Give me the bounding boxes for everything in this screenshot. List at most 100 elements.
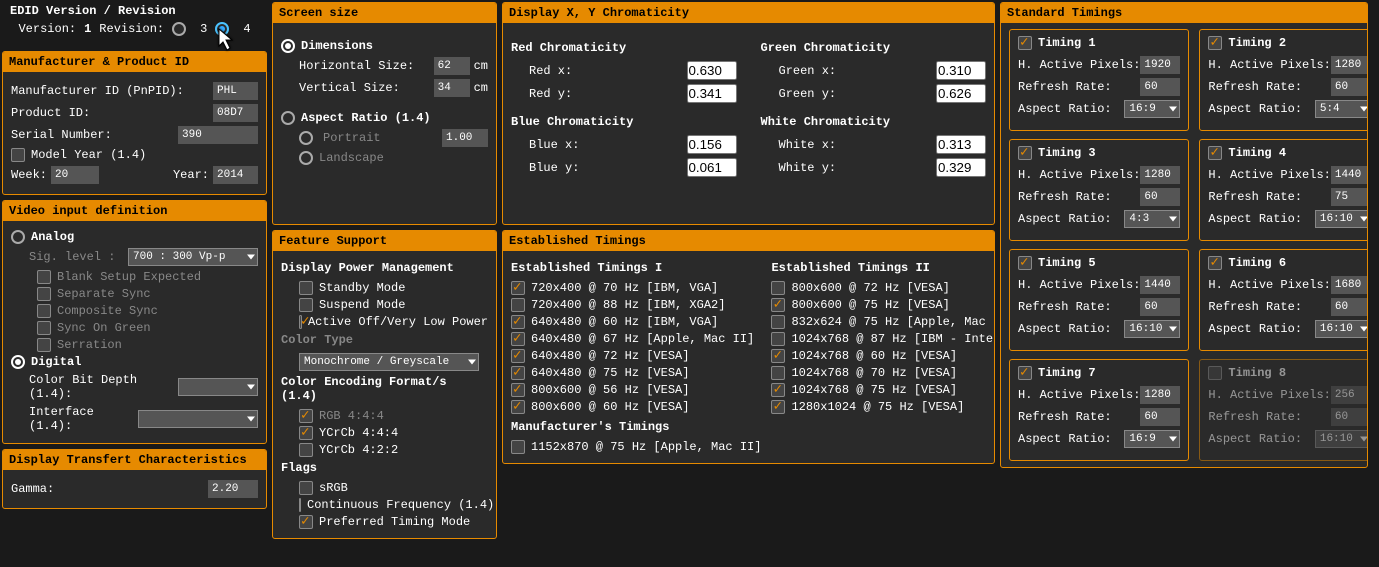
est-item[interactable]: 1024x768 @ 60 Hz [VESA] <box>771 349 995 363</box>
est-check[interactable] <box>511 315 525 329</box>
est-item[interactable]: 1024x768 @ 75 Hz [VESA] <box>771 383 995 397</box>
gamma-input[interactable] <box>208 480 258 498</box>
timing-check[interactable] <box>1018 36 1032 50</box>
est-check[interactable] <box>771 366 785 380</box>
digital-radio[interactable] <box>11 355 25 369</box>
blank-check[interactable] <box>37 270 51 284</box>
timing-check[interactable] <box>1208 256 1222 270</box>
est-check[interactable] <box>771 332 785 346</box>
srgb-check[interactable] <box>299 481 313 495</box>
timing-value[interactable] <box>1140 408 1180 426</box>
est-item[interactable]: 1024x768 @ 87 Hz [IBM - Interlaced] <box>771 332 995 346</box>
timing-value[interactable] <box>1331 78 1368 96</box>
timing-value[interactable] <box>1140 276 1180 294</box>
est-check[interactable] <box>771 349 785 363</box>
est-check[interactable] <box>771 298 785 312</box>
timing-value[interactable] <box>1331 408 1368 426</box>
est-check[interactable] <box>511 383 525 397</box>
suspend-check[interactable] <box>299 298 313 312</box>
timing-value[interactable] <box>1140 386 1180 404</box>
timing-value[interactable] <box>1331 386 1368 404</box>
gy-input[interactable] <box>936 84 986 103</box>
est-item[interactable]: 800x600 @ 60 Hz [VESA] <box>511 400 761 414</box>
est-item[interactable]: 720x400 @ 70 Hz [IBM, VGA] <box>511 281 761 295</box>
comp-check[interactable] <box>37 304 51 318</box>
est-item[interactable]: 1024x768 @ 70 Hz [VESA] <box>771 366 995 380</box>
est-item[interactable]: 720x400 @ 88 Hz [IBM, XGA2] <box>511 298 761 312</box>
timing-value[interactable] <box>1331 188 1368 206</box>
timing-value[interactable] <box>1331 276 1368 294</box>
aspect-select[interactable]: 16:9 <box>1124 100 1180 118</box>
timing-value[interactable] <box>1140 78 1180 96</box>
est-check[interactable] <box>511 298 525 312</box>
wy-input[interactable] <box>936 158 986 177</box>
est-check[interactable] <box>511 366 525 380</box>
aspect-select[interactable]: 16:10 <box>1315 430 1368 448</box>
timing-value[interactable] <box>1140 166 1180 184</box>
iface-select[interactable] <box>138 410 258 428</box>
serial-input[interactable] <box>178 126 258 144</box>
mfg-id-input[interactable] <box>213 82 258 100</box>
timing-check[interactable] <box>1208 366 1222 380</box>
aspect-val[interactable] <box>442 129 488 147</box>
portrait-radio[interactable] <box>299 131 313 145</box>
green-check[interactable] <box>37 321 51 335</box>
rev3-radio[interactable] <box>172 22 186 36</box>
aspect-select[interactable]: 5:4 <box>1315 100 1368 118</box>
timing-value[interactable] <box>1140 298 1180 316</box>
ry-input[interactable] <box>687 84 737 103</box>
ctype-select[interactable]: Monochrome / Greyscale <box>299 353 479 371</box>
aspect-select[interactable]: 16:10 <box>1124 320 1180 338</box>
by-input[interactable] <box>687 158 737 177</box>
standby-check[interactable] <box>299 281 313 295</box>
cont-check[interactable] <box>299 498 301 512</box>
est-check[interactable] <box>771 383 785 397</box>
timing-check[interactable] <box>1208 36 1222 50</box>
est-check[interactable] <box>771 315 785 329</box>
activeoff-check[interactable] <box>299 315 302 329</box>
aspect-select[interactable]: 16:10 <box>1315 320 1368 338</box>
timing-value[interactable] <box>1331 298 1368 316</box>
bitdepth-select[interactable] <box>178 378 258 396</box>
est-item[interactable]: 640x480 @ 60 Hz [IBM, VGA] <box>511 315 761 329</box>
rx-input[interactable] <box>687 61 737 80</box>
est-item[interactable]: 800x600 @ 75 Hz [VESA] <box>771 298 995 312</box>
est-check[interactable] <box>771 281 785 295</box>
ycc422-check[interactable] <box>299 443 313 457</box>
sep-check[interactable] <box>37 287 51 301</box>
year-input[interactable] <box>213 166 258 184</box>
timing-check[interactable] <box>1208 146 1222 160</box>
sig-select[interactable]: 700 : 300 Vp-p <box>128 248 258 266</box>
est-item[interactable]: 800x600 @ 56 Hz [VESA] <box>511 383 761 397</box>
est-item[interactable]: 832x624 @ 75 Hz [Apple, Mac II] <box>771 315 995 329</box>
ycc444-check[interactable] <box>299 426 313 440</box>
pref-check[interactable] <box>299 515 313 529</box>
vsize-input[interactable] <box>434 79 470 97</box>
timing-check[interactable] <box>1018 366 1032 380</box>
est-check[interactable] <box>511 332 525 346</box>
dimensions-radio[interactable] <box>281 39 295 53</box>
wx-input[interactable] <box>936 135 986 154</box>
timing-check[interactable] <box>1018 146 1032 160</box>
timing-check[interactable] <box>1018 256 1032 270</box>
aspect-radio[interactable] <box>281 111 295 125</box>
rev4-radio[interactable] <box>215 22 229 36</box>
est-item[interactable]: 1280x1024 @ 75 Hz [VESA] <box>771 400 995 414</box>
rgb-check[interactable] <box>299 409 313 423</box>
gx-input[interactable] <box>936 61 986 80</box>
week-input[interactable] <box>51 166 99 184</box>
est-check[interactable] <box>511 349 525 363</box>
est-check[interactable] <box>511 440 525 454</box>
est-check[interactable] <box>771 400 785 414</box>
aspect-select[interactable]: 16:10 <box>1315 210 1368 228</box>
est-item[interactable]: 640x480 @ 75 Hz [VESA] <box>511 366 761 380</box>
analog-radio[interactable] <box>11 230 25 244</box>
aspect-select[interactable]: 4:3 <box>1124 210 1180 228</box>
est-item[interactable]: 640x480 @ 67 Hz [Apple, Mac II] <box>511 332 761 346</box>
est-check[interactable] <box>511 281 525 295</box>
hsize-input[interactable] <box>434 57 470 75</box>
bx-input[interactable] <box>687 135 737 154</box>
est-item[interactable]: 640x480 @ 72 Hz [VESA] <box>511 349 761 363</box>
est-item[interactable]: 1152x870 @ 75 Hz [Apple, Mac II] <box>511 440 761 454</box>
model-year-check[interactable] <box>11 148 25 162</box>
